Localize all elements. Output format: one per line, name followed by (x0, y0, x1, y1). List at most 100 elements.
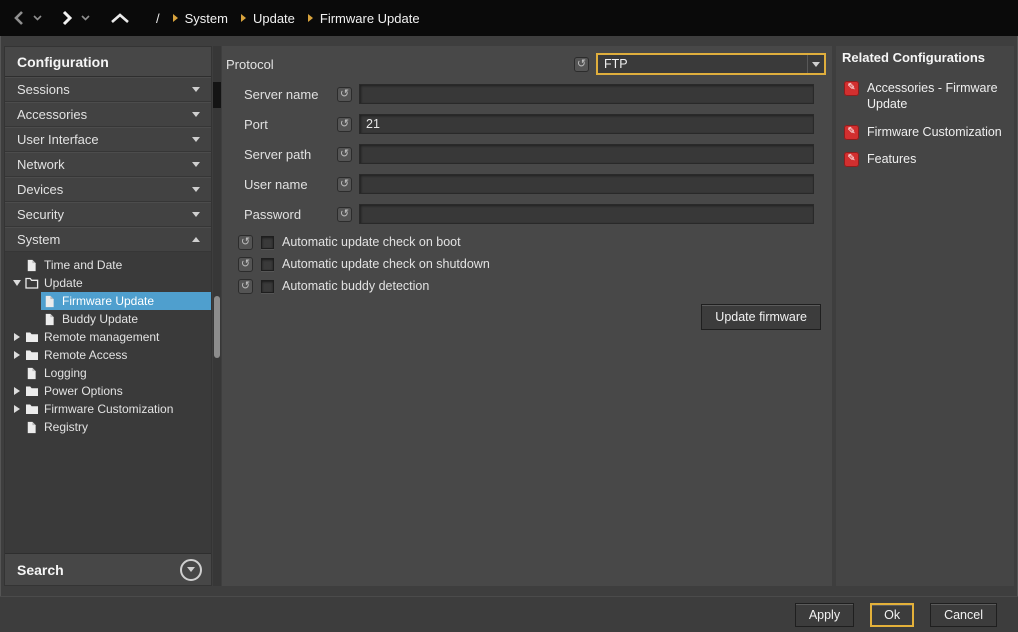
password-label: Password (244, 207, 337, 222)
checkbox-row-buddy: Automatic buddy detection (238, 278, 826, 294)
inherit-icon[interactable] (574, 57, 589, 72)
panel-collapse-handle[interactable] (213, 82, 221, 108)
tree-item-label: Firmware Customization (44, 402, 173, 416)
chevron-down-icon (192, 87, 200, 92)
sidebar-item-sessions[interactable]: Sessions (5, 77, 211, 102)
chevron-up-icon (110, 13, 130, 24)
chevron-down-icon (192, 187, 200, 192)
protocol-dropdown-value: FTP (598, 57, 807, 71)
related-item-label: Firmware Customization (867, 124, 1002, 140)
system-tree: Time and Date Update Firmware Update Bud… (5, 252, 211, 553)
tree-item-buddy-update[interactable]: Buddy Update (5, 310, 211, 328)
caret-down-icon (33, 15, 42, 21)
forward-history-caret[interactable] (79, 13, 92, 23)
inherit-icon[interactable] (337, 147, 352, 162)
scrollbar-thumb[interactable] (214, 296, 220, 358)
category-label: User Interface (17, 132, 192, 147)
sidebar-item-devices[interactable]: Devices (5, 177, 211, 202)
inherit-icon[interactable] (337, 87, 352, 102)
file-icon (43, 313, 58, 326)
expander-collapsed-icon[interactable] (14, 333, 20, 341)
tree-item-label: Buddy Update (62, 312, 138, 326)
tree-item-logging[interactable]: Logging (5, 364, 211, 382)
breadcrumb-item-system[interactable]: System (173, 11, 228, 26)
sidebar-item-accessories[interactable]: Accessories (5, 102, 211, 127)
server-name-input[interactable] (359, 84, 814, 104)
related-item-features[interactable]: Features (842, 151, 1010, 167)
chevron-up-icon (192, 237, 200, 242)
folder-icon (25, 331, 40, 343)
chevron-down-icon (192, 162, 200, 167)
update-check-on-boot-checkbox[interactable] (261, 236, 274, 249)
search-expand-button[interactable] (180, 559, 202, 581)
tree-item-label: Firmware Update (62, 294, 154, 308)
related-item-firmware-customization[interactable]: Firmware Customization (842, 124, 1010, 140)
protocol-row: Protocol FTP (226, 52, 826, 76)
sidebar-item-system[interactable]: System (5, 227, 211, 252)
breadcrumb-arrow-icon (241, 14, 246, 22)
dropdown-arrow-button[interactable] (807, 55, 824, 73)
port-input[interactable] (359, 114, 814, 134)
ok-button[interactable]: Ok (870, 603, 914, 627)
breadcrumb-item-update[interactable]: Update (241, 11, 295, 26)
breadcrumb-item-firmware-update[interactable]: Firmware Update (308, 11, 420, 26)
expander-collapsed-icon[interactable] (14, 387, 20, 395)
configuration-sidebar: Configuration Sessions Accessories User … (4, 46, 212, 586)
tree-item-firmware-update[interactable]: Firmware Update (5, 292, 211, 310)
update-check-on-shutdown-checkbox[interactable] (261, 258, 274, 271)
tree-item-registry[interactable]: Registry (5, 418, 211, 436)
sidebar-item-user-interface[interactable]: User Interface (5, 127, 211, 152)
apply-button[interactable]: Apply (795, 603, 854, 627)
search-section: Search (5, 553, 211, 585)
back-history-caret[interactable] (31, 13, 44, 23)
server-path-label: Server path (244, 147, 337, 162)
folder-icon (25, 403, 40, 415)
checkbox-label: Automatic update check on shutdown (282, 257, 490, 271)
breadcrumb-root[interactable]: / (156, 11, 160, 26)
buddy-detection-checkbox[interactable] (261, 280, 274, 293)
tree-item-remote-management[interactable]: Remote management (5, 328, 211, 346)
up-level-button[interactable] (108, 11, 132, 26)
sidebar-item-network[interactable]: Network (5, 152, 211, 177)
server-path-input[interactable] (359, 144, 814, 164)
inherit-icon[interactable] (238, 279, 253, 294)
tree-item-time-and-date[interactable]: Time and Date (5, 256, 211, 274)
inherit-icon[interactable] (337, 117, 352, 132)
server-path-row: Server path (244, 144, 814, 164)
update-button-row: Update firmware (226, 304, 821, 330)
related-item-accessories-firmware-update[interactable]: Accessories - Firmware Update (842, 80, 1010, 113)
expander-collapsed-icon[interactable] (14, 351, 20, 359)
tree-item-power-options[interactable]: Power Options (5, 382, 211, 400)
forward-button[interactable] (58, 8, 76, 28)
password-input[interactable] (359, 204, 814, 224)
tree-item-firmware-customization[interactable]: Firmware Customization (5, 400, 211, 418)
folder-open-icon (25, 277, 40, 289)
update-firmware-button[interactable]: Update firmware (701, 304, 821, 330)
port-label: Port (244, 117, 337, 132)
user-name-input[interactable] (359, 174, 814, 194)
sidebar-item-security[interactable]: Security (5, 202, 211, 227)
tree-item-label: Remote management (44, 330, 159, 344)
back-button[interactable] (10, 8, 28, 28)
checkbox-label: Automatic buddy detection (282, 279, 429, 293)
cancel-button[interactable]: Cancel (930, 603, 997, 627)
related-item-label: Accessories - Firmware Update (867, 80, 1010, 113)
related-configurations-panel: Related Configurations Accessories - Fir… (836, 46, 1014, 586)
inherit-icon[interactable] (337, 177, 352, 192)
file-icon (25, 367, 40, 380)
breadcrumb-arrow-icon (173, 14, 178, 22)
expander-expanded-icon[interactable] (13, 280, 21, 286)
inherit-icon[interactable] (238, 235, 253, 250)
tree-item-update[interactable]: Update (5, 274, 211, 292)
inherit-icon[interactable] (238, 257, 253, 272)
expander-collapsed-icon[interactable] (14, 405, 20, 413)
dialog-footer: Apply Ok Cancel (0, 596, 1018, 632)
user-name-row: User name (244, 174, 814, 194)
inherit-icon[interactable] (337, 207, 352, 222)
category-label: System (17, 232, 192, 247)
setup-window: { "topbar": { "path_root": "/", "breadcr… (0, 0, 1018, 632)
chevron-right-icon (60, 10, 74, 26)
edit-icon (844, 125, 859, 140)
tree-item-remote-access[interactable]: Remote Access (5, 346, 211, 364)
protocol-dropdown[interactable]: FTP (596, 53, 826, 75)
